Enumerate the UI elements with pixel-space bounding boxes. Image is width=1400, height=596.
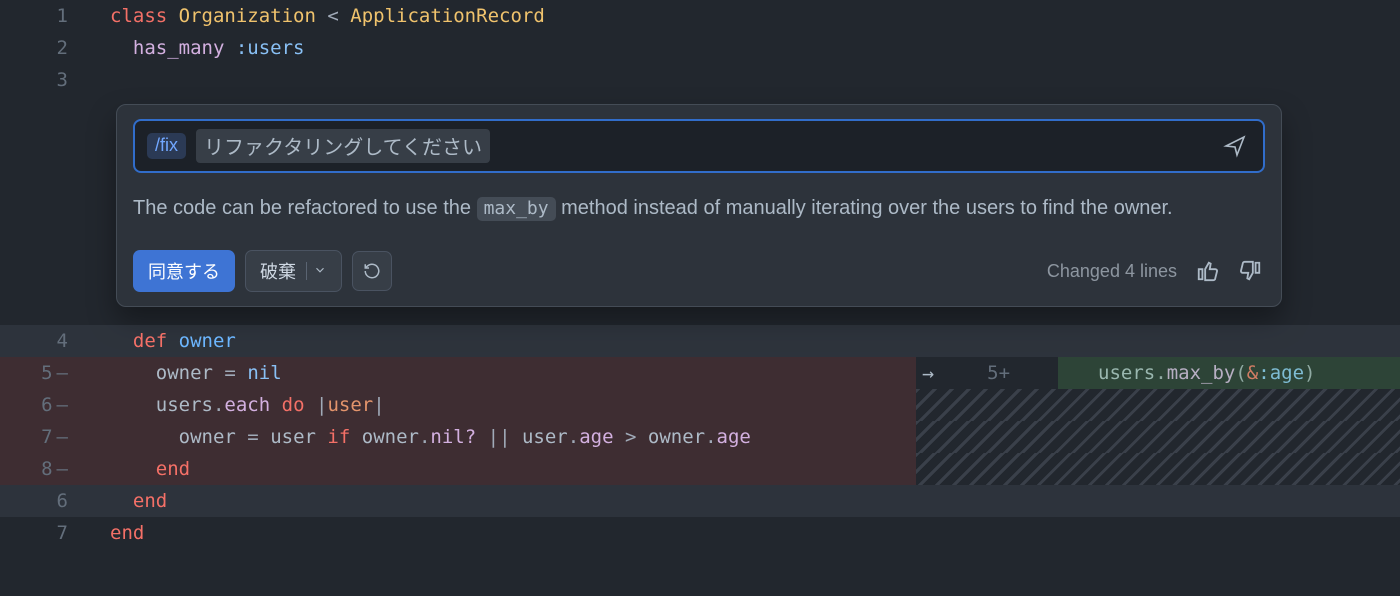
line-number-deleted: 8 — [0, 453, 96, 485]
discard-button[interactable]: 破棄 — [245, 250, 342, 292]
code-content[interactable] — [96, 64, 1400, 96]
prompt-input-row[interactable]: /fix リファクタリングしてください — [133, 119, 1265, 173]
code-line: 7 end — [0, 517, 1400, 549]
send-icon[interactable] — [1219, 130, 1251, 162]
inline-chat-panel: /fix リファクタリングしてください The code can be refa… — [116, 104, 1282, 307]
thumbs-up-icon[interactable] — [1193, 257, 1221, 285]
code-line: 4 def owner — [0, 325, 1400, 357]
line-number-added: 5+ — [956, 362, 1010, 384]
code-content[interactable]: end — [96, 485, 1400, 517]
line-number: 7 — [0, 517, 96, 549]
code-line-deleted: 7 owner = user if owner.nil? || user.age… — [0, 421, 1400, 453]
diff-placeholder — [916, 453, 1400, 485]
code-line: 3 — [0, 64, 1400, 96]
diff-placeholder — [916, 421, 1400, 453]
line-number: 6 — [0, 485, 96, 517]
code-content-deleted[interactable]: users.each do |user| — [96, 389, 916, 421]
line-number: 2 — [0, 32, 96, 64]
code-token: max_by — [477, 197, 556, 221]
code-content[interactable]: has_many :users — [96, 32, 1400, 64]
thumbs-down-icon[interactable] — [1237, 257, 1265, 285]
action-row: 同意する 破棄 Changed 4 lines — [133, 250, 1265, 292]
assistant-explanation: The code can be refactored to use the ma… — [133, 191, 1265, 226]
code-content[interactable]: def owner — [96, 325, 1400, 357]
regenerate-button[interactable] — [352, 251, 392, 291]
code-line: 1 class Organization < ApplicationRecord — [0, 0, 1400, 32]
changed-lines-label: Changed 4 lines — [1047, 261, 1177, 282]
line-number-deleted: 6 — [0, 389, 96, 421]
code-line: 6 end — [0, 485, 1400, 517]
line-number: 3 — [0, 64, 96, 96]
arrow-right-icon: → — [916, 361, 956, 385]
line-number: 4 — [0, 325, 96, 357]
code-line-deleted: 6 users.each do |user| — [0, 389, 1400, 421]
code-content-deleted[interactable]: end — [96, 453, 916, 485]
code-content[interactable]: class Organization < ApplicationRecord — [96, 0, 1400, 32]
diff-split-row: 5 owner = nil → 5+ users.max_by(&:age) — [0, 357, 1400, 389]
code-editor: 1 class Organization < ApplicationRecord… — [0, 0, 1400, 596]
prompt-text[interactable]: リファクタリングしてください — [196, 129, 490, 163]
code-content-deleted[interactable]: owner = nil — [96, 357, 916, 389]
code-line: 2 has_many :users — [0, 32, 1400, 64]
slash-command-tag: /fix — [147, 133, 186, 159]
line-number: 1 — [0, 0, 96, 32]
code-line-deleted: 8 end — [0, 453, 1400, 485]
line-number-deleted: 5 — [0, 357, 96, 389]
code-content-deleted[interactable]: owner = user if owner.nil? || user.age >… — [96, 421, 916, 453]
diff-placeholder — [916, 389, 1400, 421]
line-number-deleted: 7 — [0, 421, 96, 453]
code-content[interactable]: end — [96, 517, 1400, 549]
chevron-down-icon[interactable] — [313, 261, 327, 282]
accept-button[interactable]: 同意する — [133, 250, 235, 292]
